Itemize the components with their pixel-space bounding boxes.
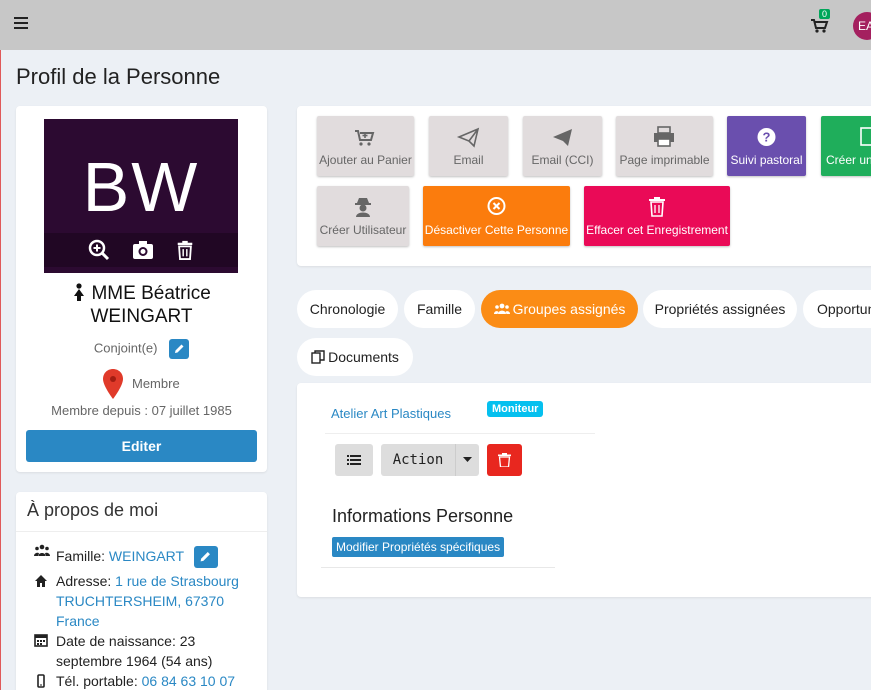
actions-card: Ajouter au Panier Email Email (CCI) Page… bbox=[297, 106, 871, 266]
question-circle-icon: ? bbox=[757, 128, 776, 146]
tab-opportunities[interactable]: Opportun bbox=[803, 290, 871, 328]
groups-content-card: Atelier Art Plastiques Moniteur Action I… bbox=[297, 383, 871, 597]
about-title: À propos de moi bbox=[27, 500, 159, 520]
deactivate-person-button[interactable]: Désactiver Cette Personne bbox=[423, 186, 570, 246]
trash-icon[interactable] bbox=[175, 239, 197, 261]
tab-assigned-groups-label: Groupes assignés bbox=[512, 301, 626, 317]
person-name-line1: MME Béatrice bbox=[91, 283, 211, 304]
delete-record-button[interactable]: Effacer cet Enregistrement bbox=[584, 186, 730, 246]
profile-photo: BW bbox=[44, 119, 238, 273]
family-label: Famille: bbox=[56, 548, 109, 564]
divider bbox=[16, 531, 267, 532]
female-person-icon bbox=[74, 283, 85, 301]
add-to-cart-label: Ajouter au Panier bbox=[319, 153, 412, 167]
create-label: Créer un bbox=[826, 153, 871, 167]
tab-documents-label: Documents bbox=[328, 349, 399, 365]
family-role: Conjoint(e) bbox=[16, 339, 267, 359]
person-info-title: Informations Personne bbox=[332, 506, 514, 526]
address-label: Adresse: bbox=[56, 573, 116, 589]
deactivate-person-label: Désactiver Cette Personne bbox=[424, 223, 569, 237]
action-dropdown-toggle[interactable] bbox=[455, 444, 479, 476]
list-button[interactable] bbox=[335, 444, 373, 476]
calendar-icon bbox=[34, 634, 48, 647]
users-icon bbox=[493, 303, 510, 314]
create-user-label: Créer Utilisateur bbox=[319, 223, 407, 237]
family-row: Famille: WEINGART bbox=[56, 546, 261, 569]
about-card: À propos de moi Famille: WEINGART Adress… bbox=[16, 492, 267, 690]
classification-label: Membre bbox=[132, 376, 180, 391]
person-name: MME Béatrice WEINGART bbox=[16, 282, 267, 328]
person-name-line2: WEINGART bbox=[90, 306, 193, 327]
print-icon bbox=[654, 126, 674, 147]
document-icon bbox=[860, 127, 871, 146]
page-title: Profil de la Personne bbox=[16, 64, 221, 89]
member-since: Membre depuis : 07 juillet 1985 bbox=[51, 403, 232, 418]
action-dropdown-button[interactable]: Action bbox=[381, 444, 455, 476]
address-line1[interactable]: 1 rue de Strasbourg bbox=[115, 573, 239, 589]
address-line2[interactable]: TRUCHTERSHEIM, 67370 bbox=[56, 593, 224, 609]
tab-assigned-properties[interactable]: Propriétés assignées bbox=[643, 290, 797, 328]
photo-tools bbox=[44, 233, 238, 267]
trash-outline-icon bbox=[649, 197, 665, 217]
printable-page-label: Page imprimable bbox=[619, 153, 710, 167]
family-group-icon bbox=[34, 544, 50, 556]
svg-text:?: ? bbox=[763, 130, 771, 145]
family-role-label: Conjoint(e) bbox=[93, 340, 158, 356]
list-icon bbox=[347, 455, 361, 465]
tab-timeline[interactable]: Chronologie bbox=[297, 290, 398, 328]
email-cci-label: Email (CCI) bbox=[531, 153, 594, 167]
group-link[interactable]: Atelier Art Plastiques bbox=[331, 406, 451, 421]
profile-card: BW MME Béatrice WEINGART Conjoint(e) Mem… bbox=[16, 106, 267, 472]
home-icon bbox=[35, 575, 47, 587]
paper-plane-icon bbox=[553, 129, 572, 146]
printable-page-button[interactable]: Page imprimable bbox=[616, 116, 713, 176]
email-label: Email bbox=[453, 153, 484, 167]
address-row: Adresse: 1 rue de Strasbourg TRUCHTERSHE… bbox=[56, 571, 261, 631]
address-line3[interactable]: France bbox=[56, 613, 100, 629]
profile-initials: BW bbox=[82, 148, 200, 226]
birth-row: Date de naissance: 23 septembre 1964 (54… bbox=[56, 631, 261, 671]
caret-down-icon bbox=[463, 457, 472, 462]
cart-plus-icon bbox=[355, 130, 375, 146]
user-avatar[interactable]: EA bbox=[853, 12, 871, 40]
add-to-cart-button[interactable]: Ajouter au Panier bbox=[317, 116, 414, 176]
map-pin-icon[interactable] bbox=[102, 368, 124, 400]
mobile-row: Tél. portable: 06 84 63 10 07 bbox=[56, 671, 261, 690]
paper-plane-outline-icon bbox=[456, 127, 480, 148]
remove-group-button[interactable] bbox=[487, 444, 522, 476]
user-secret-icon bbox=[355, 198, 371, 217]
top-navbar: 0 EA bbox=[0, 0, 871, 50]
edit-family-button[interactable] bbox=[193, 546, 218, 569]
email-button[interactable]: Email bbox=[429, 116, 508, 176]
divider bbox=[325, 433, 595, 434]
cart-count-badge: 0 bbox=[819, 9, 831, 19]
delete-record-label: Effacer cet Enregistrement bbox=[586, 223, 728, 237]
edit-profile-button[interactable]: Editer bbox=[26, 430, 257, 462]
pastoral-care-label: Suivi pastoral bbox=[730, 153, 803, 167]
create-button[interactable]: Créer un bbox=[821, 116, 871, 176]
camera-icon[interactable] bbox=[131, 239, 153, 261]
mobile-phone-icon bbox=[37, 674, 45, 688]
tab-documents[interactable]: Documents bbox=[297, 338, 413, 376]
family-link[interactable]: WEINGART bbox=[109, 548, 184, 564]
group-role-badge: Moniteur bbox=[487, 401, 544, 417]
birth-label: Date de naissance: 23 bbox=[56, 633, 196, 649]
times-circle-icon bbox=[487, 197, 506, 215]
zoom-in-icon[interactable] bbox=[88, 239, 110, 261]
modify-properties-button[interactable]: Modifier Propriétés spécifiques bbox=[332, 537, 505, 557]
copy-icon bbox=[311, 350, 325, 364]
mobile-label: Tél. portable: bbox=[56, 673, 142, 689]
trash-icon bbox=[498, 453, 511, 467]
birth-line2: septembre 1964 (54 ans) bbox=[56, 653, 213, 669]
email-cci-button[interactable]: Email (CCI) bbox=[523, 116, 602, 176]
divider bbox=[321, 567, 555, 568]
mobile-link[interactable]: 06 84 63 10 07 bbox=[142, 673, 235, 689]
tab-family[interactable]: Famille bbox=[404, 290, 475, 328]
create-user-button[interactable]: Créer Utilisateur bbox=[317, 186, 409, 246]
edit-role-button[interactable] bbox=[169, 339, 190, 359]
pastoral-care-button[interactable]: ? Suivi pastoral bbox=[727, 116, 806, 176]
hamburger-menu-icon[interactable] bbox=[14, 17, 28, 31]
page-edge bbox=[0, 0, 1, 690]
tab-assigned-groups[interactable]: Groupes assignés bbox=[481, 290, 638, 328]
